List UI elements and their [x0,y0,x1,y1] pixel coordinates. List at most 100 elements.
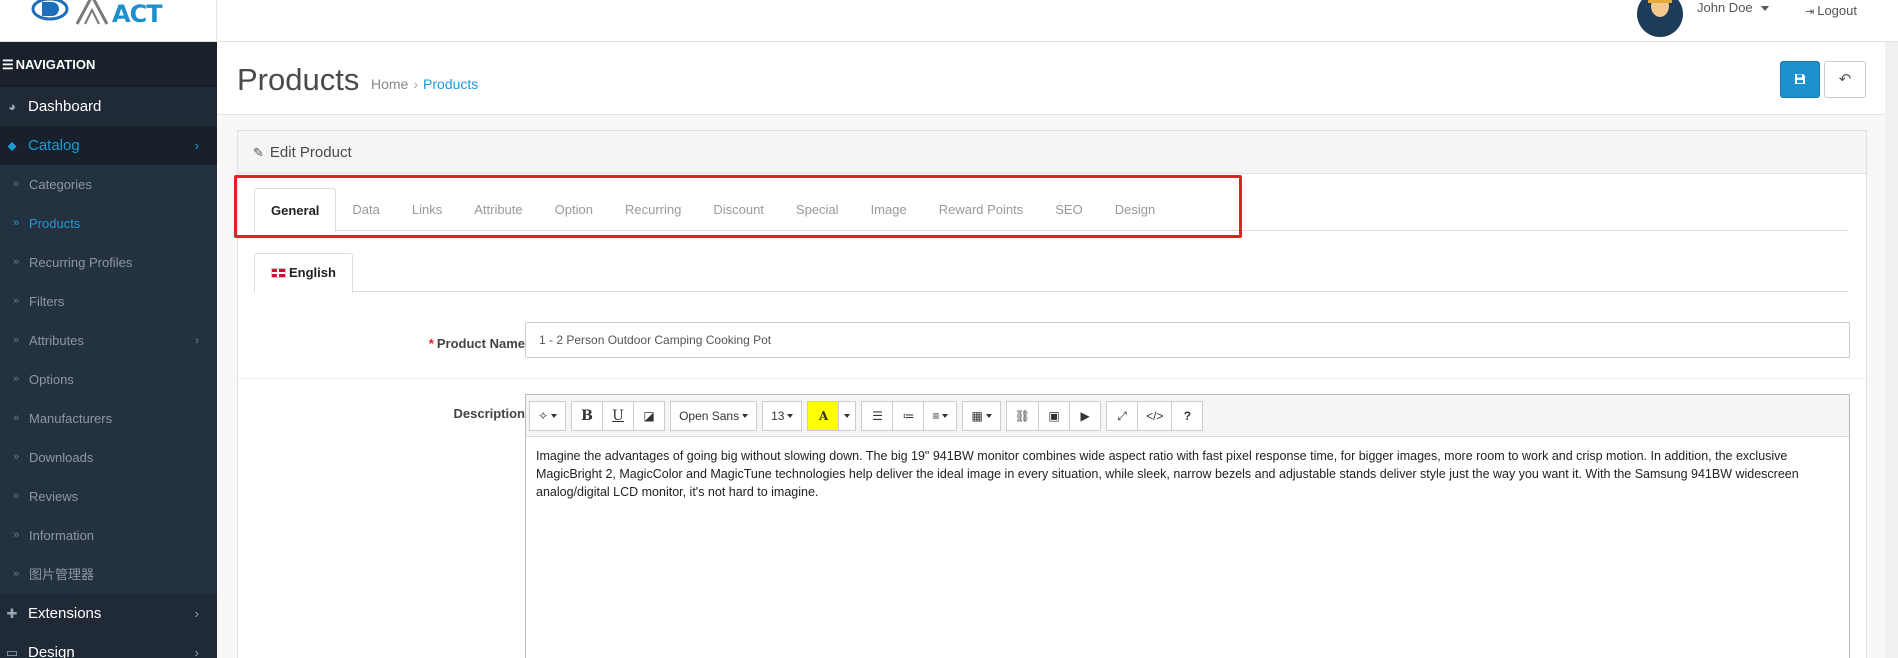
monitor-icon: ▭ [5,645,19,658]
bold-button[interactable]: B [571,400,604,431]
video-button[interactable]: ▶ [1069,400,1102,431]
magic-wand-icon: ✧ [538,408,549,423]
ordered-list-button[interactable]: ≔ [892,400,925,431]
code-icon: </> [1146,408,1164,423]
magic-wand-button[interactable]: ✧ [529,400,567,431]
breadcrumb-products[interactable]: Products [423,76,478,92]
sign-out-icon: ⇥ [1805,6,1815,18]
breadcrumb-home[interactable]: Home [371,76,408,92]
tab-design[interactable]: Design [1099,188,1171,231]
unordered-list-button[interactable]: ☰ [861,400,894,431]
back-button[interactable]: ↶ [1824,61,1866,98]
sidebar-item-design[interactable]: ▭ Design › [0,633,217,658]
tab-option[interactable]: Option [539,188,609,231]
tab-general[interactable]: General [254,188,337,232]
sidebar-item-downloads[interactable]: » Downloads [0,438,217,477]
tab-seo[interactable]: SEO [1039,188,1098,231]
sidebar-item-categories[interactable]: » Categories [0,165,217,204]
align-left-icon: ≡ [932,408,940,423]
product-name-input[interactable]: 1 - 2 Person Outdoor Camping Cooking Pot [525,322,1850,358]
underline-button[interactable]: U [602,400,635,431]
angle-double-right-icon: » [13,217,20,229]
angle-double-right-icon: » [13,568,20,580]
font-family-dropdown[interactable]: Open Sans [670,400,758,431]
fullscreen-button[interactable]: ⤢ [1106,400,1139,431]
table-icon: ▦ [971,408,983,423]
page-scrollbar[interactable] [1885,42,1898,658]
product-name-label: * Product Name [428,336,525,351]
angle-double-right-icon: » [13,529,20,541]
save-button[interactable] [1780,61,1820,98]
save-icon [1795,74,1805,84]
tab-image[interactable]: Image [855,188,923,231]
main-content: Products Home › Products ↶ ✎ Edit Product G… [217,42,1885,658]
logout-link[interactable]: ⇥ Logout [1805,3,1857,18]
avatar[interactable] [1637,0,1683,37]
tab-language-english[interactable]: English [254,253,353,293]
sidebar-item-manufacturers[interactable]: » Manufacturers [0,399,217,438]
angle-double-right-icon: » [13,451,20,463]
link-button[interactable]: ⛓ [1005,400,1040,431]
help-button[interactable]: ? [1171,400,1204,431]
sidebar-item-image-manager[interactable]: » 图片管理器 [0,555,217,594]
text-color-button[interactable]: A [807,400,840,431]
sidebar-item-attributes[interactable]: » Attributes › [0,321,217,360]
chevron-right-icon: › [194,138,199,153]
angle-double-right-icon: » [13,295,20,307]
tab-recurring[interactable]: Recurring [609,188,697,231]
panel-heading: ✎ Edit Product [238,131,1866,174]
product-name-row: * Product Name 1 - 2 Person Outdoor Campi… [238,306,1866,379]
dashboard-icon: ◕ [8,99,16,114]
top-header: ACT John Doe ⇥ Logout [0,0,1898,42]
sidebar-item-reviews[interactable]: » Reviews [0,477,217,516]
logo[interactable]: ACT [0,0,217,42]
tab-links[interactable]: Links [396,188,458,231]
link-icon: ⛓ [1014,408,1031,423]
user-menu[interactable]: John Doe [1637,0,1769,42]
angle-double-right-icon: » [13,256,20,268]
product-tabs: General Data Links Attribute Option Recu… [254,188,1848,232]
font-size-dropdown[interactable]: 13 [762,400,803,431]
sidebar-item-dashboard[interactable]: ◕ Dashboard [0,87,217,126]
sidebar-item-products[interactable]: » Products [0,204,217,243]
sidebar-item-catalog[interactable]: ⬥ Catalog › [0,126,217,165]
description-label: Description [453,406,525,421]
tab-special[interactable]: Special [780,188,855,231]
tab-attribute[interactable]: Attribute [458,188,538,231]
paragraph-button[interactable]: ≡ [923,400,958,431]
color-dropdown-button[interactable] [838,400,857,431]
code-view-button[interactable]: </> [1137,400,1173,431]
description-editor: ✧ B U ◪ Open Sans 13 A ☰ ≔ ≡ ▦ ⛓ ▣ ▶ ⤢ <… [525,394,1850,658]
tab-reward-points[interactable]: Reward Points [923,188,1040,231]
tags-icon: ⬥ [7,138,17,153]
sidebar-item-options[interactable]: » Options [0,360,217,399]
logo-mark-icon [31,0,69,21]
picture-button[interactable]: ▣ [1038,400,1071,431]
tab-data[interactable]: Data [336,188,395,231]
uk-flag-icon [271,268,286,278]
puzzle-icon: ✚ [6,606,18,621]
tab-discount[interactable]: Discount [697,188,780,231]
eraser-button[interactable]: ◪ [633,400,666,431]
list-ul-icon: ☰ [872,408,883,423]
sidebar-item-information[interactable]: » Information [0,516,217,555]
angle-double-right-icon: » [13,490,20,502]
description-editor-body[interactable]: Imagine the advantages of going big with… [526,437,1849,511]
chevron-right-icon: › [194,645,199,658]
language-tabs: English [254,253,1848,293]
chevron-right-icon: › [194,606,199,621]
sidebar-item-recurring-profiles[interactable]: » Recurring Profiles [0,243,217,282]
eraser-icon: ◪ [643,408,655,423]
bars-icon: ☰ [2,57,14,72]
table-button[interactable]: ▦ [962,400,1001,431]
edit-product-panel: ✎ Edit Product General Data Links Attribu… [237,130,1867,658]
page-header: Products Home › Products ↶ [217,42,1885,115]
list-ol-icon: ≔ [902,408,915,423]
sidebar-item-extensions[interactable]: ✚ Extensions › [0,594,217,633]
user-name[interactable]: John Doe [1697,0,1769,15]
logo-triangle-icon [75,0,109,25]
expand-icon: ⤢ [1117,408,1127,423]
sidebar-item-filters[interactable]: » Filters [0,282,217,321]
reply-icon: ↶ [1838,71,1852,88]
angle-double-right-icon: » [13,334,20,346]
